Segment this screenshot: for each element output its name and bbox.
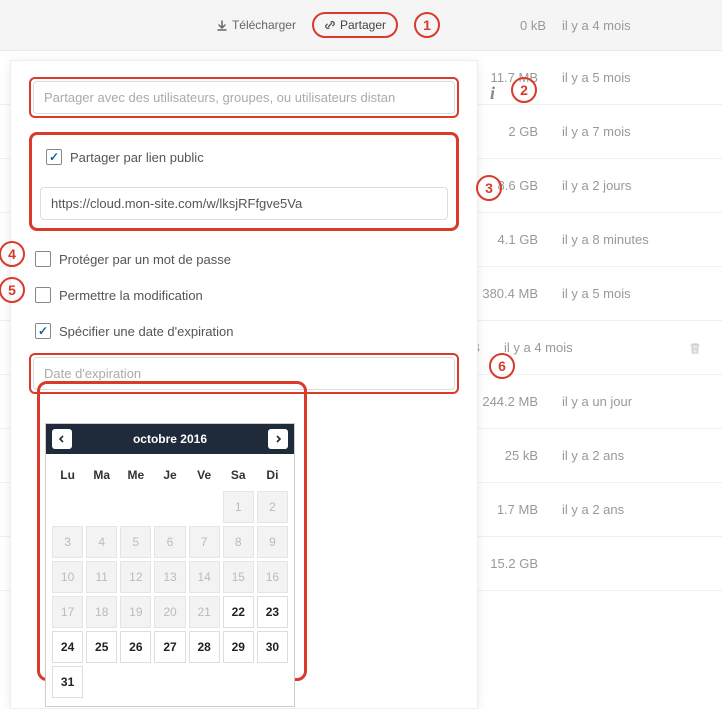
day-cell[interactable]: 29 [223, 631, 254, 663]
annotation-5: 5 [0, 277, 25, 303]
day-cell: 7 [189, 526, 220, 558]
annotation-4: 4 [0, 241, 25, 267]
file-size: 0 kB [456, 18, 546, 33]
annotation-3: 3 [476, 175, 502, 201]
day-cell: 21 [189, 596, 220, 628]
day-cell: 6 [154, 526, 185, 558]
file-date: il y a 5 mois [562, 286, 702, 301]
day-cell: 16 [257, 561, 288, 593]
file-date: il y a 7 mois [562, 124, 702, 139]
day-cell: 11 [86, 561, 117, 593]
file-date: il y a 2 ans [562, 502, 702, 517]
expire-checkbox[interactable] [35, 323, 51, 339]
download-button[interactable]: Télécharger [216, 18, 296, 32]
download-icon [216, 20, 228, 32]
share-search-input[interactable] [33, 81, 455, 114]
public-link-group: Partager par lien public 3 [29, 132, 459, 231]
day-cell: 5 [120, 526, 151, 558]
next-month-button[interactable] [268, 429, 288, 449]
day-cell[interactable]: 22 [223, 596, 254, 628]
annotation-1: 1 [414, 12, 440, 38]
file-date: il y a un jour [562, 394, 702, 409]
day-cell[interactable]: 23 [257, 596, 288, 628]
file-date: il y a 4 mois [562, 18, 702, 33]
password-row: 4 Protéger par un mot de passe [29, 245, 459, 273]
prev-month-button[interactable] [52, 429, 72, 449]
dow-label: Ve [189, 462, 220, 488]
toolbar: Télécharger Partager 1 0 kB il y a 4 moi… [0, 0, 722, 51]
link-icon [324, 19, 336, 31]
day-cell: 13 [154, 561, 185, 593]
day-cell[interactable]: 27 [154, 631, 185, 663]
trash-icon[interactable] [688, 341, 702, 355]
day-cell: 15 [223, 561, 254, 593]
day-cell[interactable]: 26 [120, 631, 151, 663]
info-icon[interactable]: i [490, 83, 495, 104]
datepicker-grid: LuMaMeJeVeSaDi12345678910111213141516171… [46, 454, 294, 706]
share-panel: i 2 Partager par lien public 3 4 Protége… [10, 60, 478, 709]
dow-label: Me [120, 462, 151, 488]
day-cell: 9 [257, 526, 288, 558]
expire-label: Spécifier une date d'expiration [59, 324, 233, 339]
file-date: il y a 8 minutes [562, 232, 702, 247]
dow-label: Lu [52, 462, 83, 488]
file-date: il y a 4 mois [504, 340, 644, 355]
file-date: il y a 5 mois [562, 70, 702, 85]
day-cell[interactable]: 30 [257, 631, 288, 663]
day-cell[interactable]: 25 [86, 631, 117, 663]
datepicker-title: octobre 2016 [133, 432, 207, 446]
day-cell[interactable]: 24 [52, 631, 83, 663]
day-cell: 18 [86, 596, 117, 628]
file-date: il y a 2 ans [562, 448, 702, 463]
share-button[interactable]: Partager [312, 12, 398, 38]
day-cell: 3 [52, 526, 83, 558]
day-cell: 2 [257, 491, 288, 523]
day-cell[interactable]: 31 [52, 666, 83, 698]
day-cell: 14 [189, 561, 220, 593]
day-cell: 12 [120, 561, 151, 593]
expire-row: Spécifier une date d'expiration [29, 317, 459, 345]
public-link-input[interactable] [40, 187, 448, 220]
share-label: Partager [340, 18, 386, 32]
annotation-6: 6 [489, 353, 515, 379]
public-link-label: Partager par lien public [70, 150, 204, 165]
allow-edit-row: 5 Permettre la modification [29, 281, 459, 309]
day-cell: 17 [52, 596, 83, 628]
password-checkbox[interactable] [35, 251, 51, 267]
allow-edit-label: Permettre la modification [59, 288, 203, 303]
file-date: il y a 2 jours [562, 178, 702, 193]
day-cell[interactable]: 28 [189, 631, 220, 663]
download-label: Télécharger [232, 18, 296, 32]
password-label: Protéger par un mot de passe [59, 252, 231, 267]
day-cell: 4 [86, 526, 117, 558]
datepicker-header: octobre 2016 [46, 424, 294, 454]
day-cell: 19 [120, 596, 151, 628]
day-cell: 8 [223, 526, 254, 558]
dow-label: Ma [86, 462, 117, 488]
day-cell: 20 [154, 596, 185, 628]
datepicker: octobre 2016 LuMaMeJeVeSaDi1234567891011… [45, 423, 295, 707]
annotation-2: 2 [511, 77, 537, 103]
expire-input[interactable] [33, 357, 455, 390]
dow-label: Je [154, 462, 185, 488]
dow-label: Di [257, 462, 288, 488]
dow-label: Sa [223, 462, 254, 488]
day-cell: 10 [52, 561, 83, 593]
public-link-checkbox[interactable] [46, 149, 62, 165]
allow-edit-checkbox[interactable] [35, 287, 51, 303]
day-cell: 1 [223, 491, 254, 523]
